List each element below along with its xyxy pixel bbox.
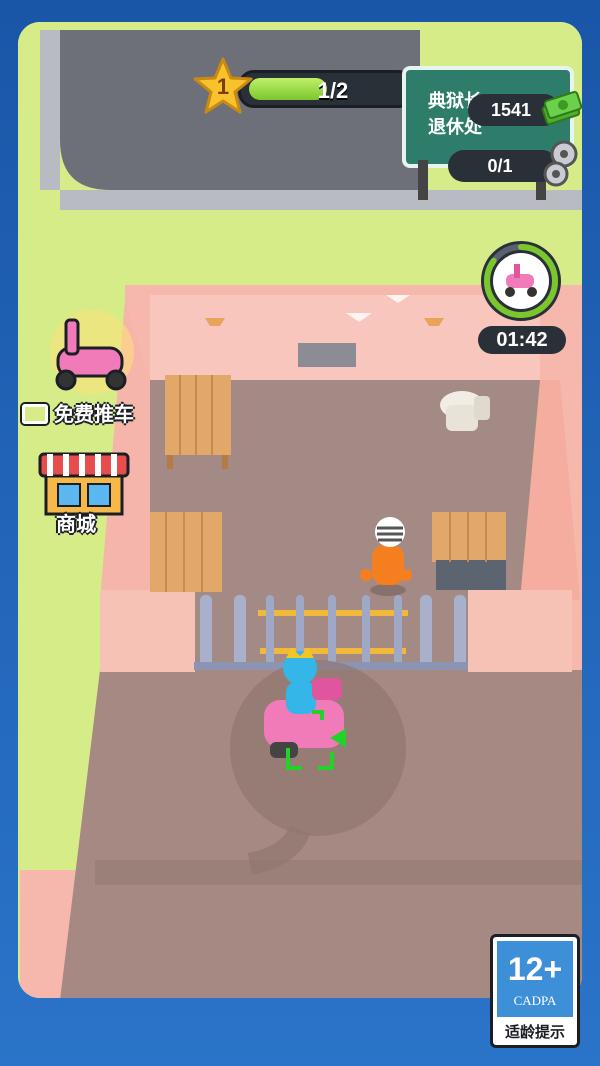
vent <box>298 343 356 367</box>
level-number: 1 <box>216 74 230 99</box>
front-wall-right <box>468 590 572 672</box>
age-rating-badge: 12+ CADPA 适龄提示 <box>490 934 580 1048</box>
bench-left-top <box>165 375 231 469</box>
age-rating-number: 12+ <box>507 951 563 987</box>
sign-pole-left <box>418 160 428 200</box>
scooter-timer-ring[interactable] <box>478 238 564 324</box>
free-car-label[interactable]: 免费推车 <box>22 398 134 427</box>
scooter-reward-icon <box>50 310 134 394</box>
free-car-text: 免费推车 <box>54 404 134 426</box>
money-value: 1541 <box>490 100 532 120</box>
gear-icon <box>540 138 584 190</box>
game-frame: 1/2 1 典狱长 退休处 1541 0/1 01:42 免费推车 商城 12+… <box>0 0 600 1066</box>
cash-icon <box>540 88 583 126</box>
front-wall-left <box>100 590 195 672</box>
sidewalk <box>60 190 582 210</box>
free-car-button[interactable] <box>36 300 140 396</box>
timer-text: 01:42 <box>478 326 566 354</box>
level-progress-bar: 1/2 <box>238 70 414 108</box>
shop-label[interactable]: 商城 <box>56 508 96 537</box>
parts-value: 0/1 <box>487 156 513 176</box>
age-rating-org: CADPA <box>513 993 557 1008</box>
level-progress-text: 1/2 <box>317 78 349 103</box>
bench-right <box>432 512 506 590</box>
age-rating-panel: 12+ CADPA <box>497 941 573 1017</box>
cell-bars <box>194 595 468 670</box>
age-rating-hint: 适龄提示 <box>504 1024 565 1041</box>
level-star-icon: 1 <box>192 56 254 118</box>
bench-left-bottom <box>150 512 222 592</box>
video-icon <box>22 403 48 424</box>
